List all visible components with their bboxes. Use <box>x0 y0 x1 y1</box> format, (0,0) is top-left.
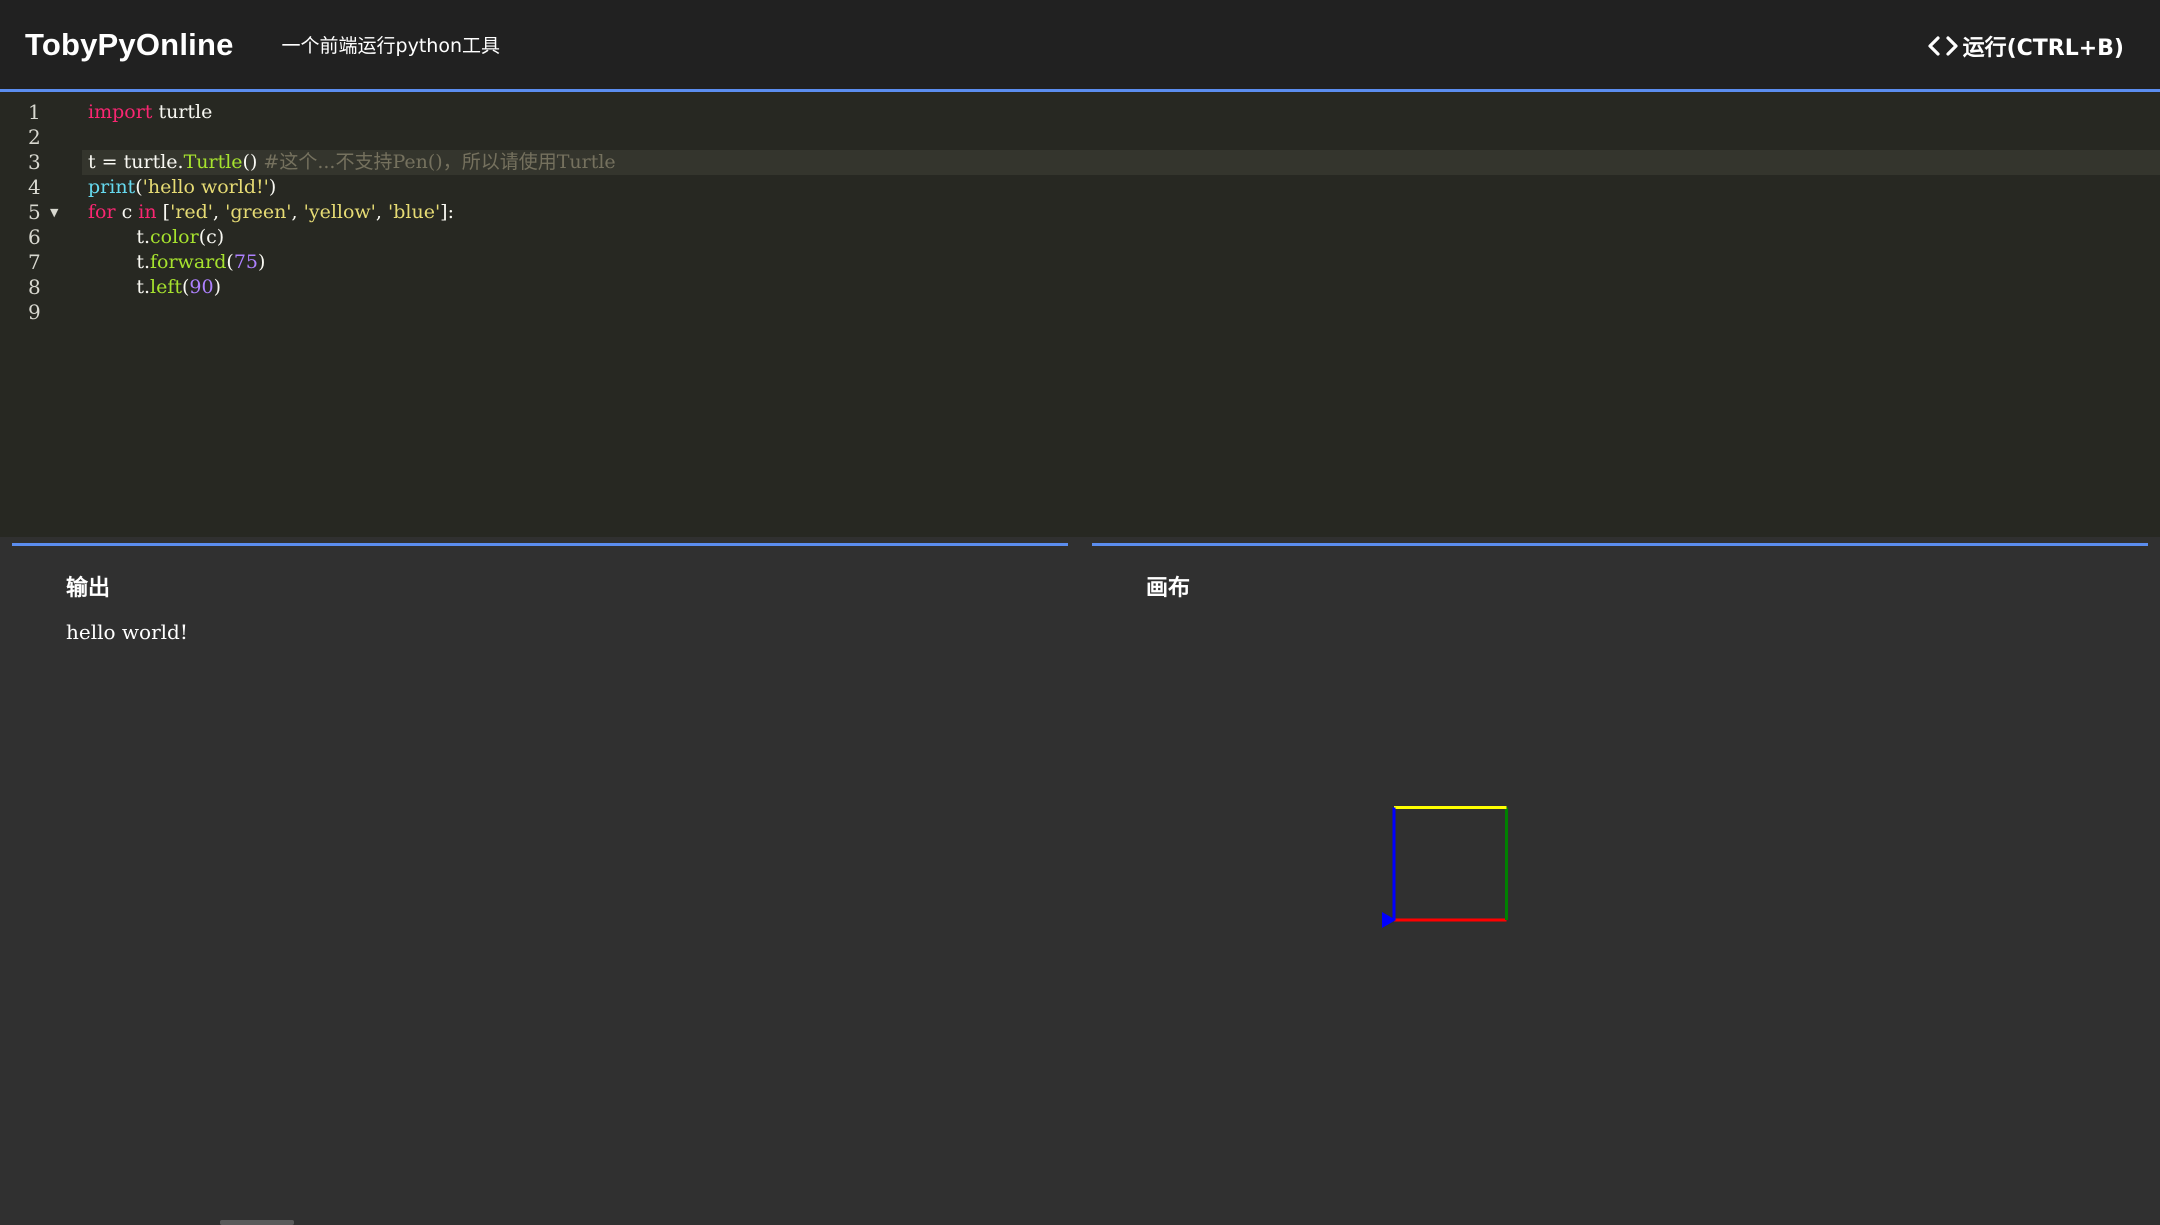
app-subtitle: 一个前端运行python工具 <box>281 35 500 57</box>
code-line[interactable]: import turtle <box>82 100 2160 125</box>
app-title: TobyPyOnline <box>25 26 234 62</box>
code-line[interactable]: ​ <box>82 300 2160 325</box>
run-button[interactable]: 运行(CTRL+B) <box>1925 26 2124 66</box>
output-panel: 输出 hello world! <box>12 543 1068 1225</box>
code-line[interactable]: ​ <box>82 125 2160 150</box>
line-number: 3 <box>28 150 41 174</box>
code-area[interactable]: import turtle​t = turtle.Turtle() #这个...… <box>82 100 2160 325</box>
code-line[interactable]: t.forward(75) <box>82 250 2160 275</box>
horizontal-scrollbar[interactable] <box>220 1220 294 1225</box>
line-number: 2 <box>28 125 41 149</box>
line-number: 8 <box>28 275 41 299</box>
top-app-bar: TobyPyOnline 一个前端运行python工具 运行(CTRL+B) <box>0 0 2160 92</box>
line-number-gutter: 1 2 3 4 5 ▼ 6 7 8 9 <box>0 100 70 325</box>
output-text: hello world! <box>66 620 188 644</box>
line-number: 4 <box>28 175 41 199</box>
code-line[interactable]: t.color(c) <box>82 225 2160 250</box>
line-number: 1 <box>28 100 41 124</box>
fold-toggle-icon[interactable]: ▼ <box>50 200 58 225</box>
code-line[interactable]: t = turtle.Turtle() #这个...不支持Pen()，所以请使用… <box>82 150 2160 175</box>
line-number: 9 <box>28 300 41 324</box>
code-line[interactable]: t.left(90) <box>82 275 2160 300</box>
canvas-panel: 画布 <box>1092 543 2148 1225</box>
code-line[interactable]: for c in ['red', 'green', 'yellow', 'blu… <box>82 200 2160 225</box>
output-panel-title: 输出 <box>66 576 111 601</box>
code-editor[interactable]: 12345▼6789 import turtle​t = turtle.Turt… <box>0 92 2160 537</box>
line-number: 7 <box>28 250 41 274</box>
run-button-label: 运行(CTRL+B) <box>1962 36 2124 61</box>
code-line[interactable]: print('hello world!') <box>82 175 2160 200</box>
code-icon <box>1925 26 1961 66</box>
line-number: 6 <box>28 225 41 249</box>
turtle-canvas <box>1382 806 1508 928</box>
line-number: 5 ▼ <box>28 200 59 225</box>
